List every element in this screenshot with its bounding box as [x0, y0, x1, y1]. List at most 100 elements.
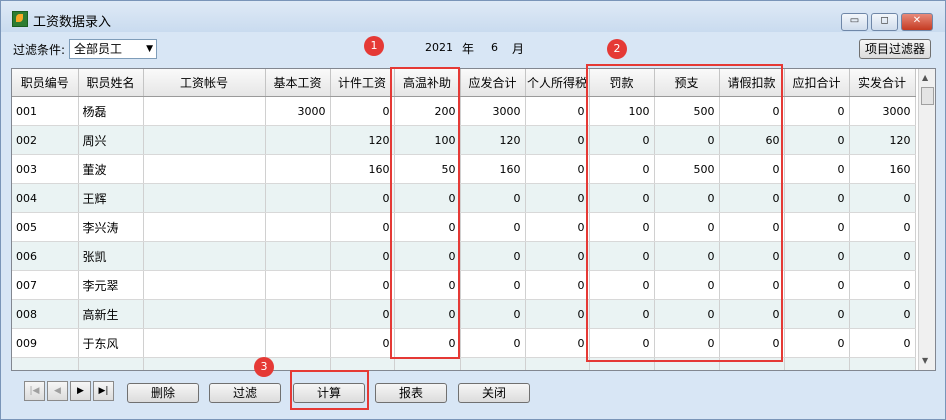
table-cell[interactable]	[78, 357, 144, 370]
table-cell[interactable]	[784, 357, 850, 370]
table-cell[interactable]	[265, 125, 331, 155]
table-cell[interactable]: 0	[525, 125, 590, 155]
table-cell[interactable]: 0	[525, 241, 590, 271]
employee-name-cell[interactable]: 于东风	[78, 328, 144, 358]
employee-code-cell[interactable]: 001	[12, 96, 79, 126]
table-cell[interactable]: 0	[460, 183, 526, 213]
employee-name-cell[interactable]: 高新生	[78, 299, 144, 329]
table-cell[interactable]: 0	[525, 270, 590, 300]
scroll-up-icon[interactable]: ▲	[922, 73, 928, 82]
col-header[interactable]: 计件工资	[330, 69, 395, 97]
table-cell[interactable]	[143, 241, 266, 271]
table-cell[interactable]: 0	[330, 212, 395, 242]
table-cell[interactable]: 3000	[265, 96, 331, 126]
table-cell[interactable]	[330, 357, 395, 370]
col-header[interactable]: 实发合计	[849, 69, 916, 97]
minimize-button[interactable]: ▭	[841, 13, 868, 31]
col-header[interactable]: 工资帐号	[143, 69, 266, 97]
table-cell[interactable]	[265, 328, 331, 358]
report-button[interactable]: 报表	[375, 383, 447, 403]
employee-code-cell[interactable]: 008	[12, 299, 79, 329]
first-record-button[interactable]: |◀	[24, 381, 45, 401]
scroll-down-icon[interactable]: ▼	[922, 356, 928, 365]
table-cell[interactable]: 0	[849, 183, 916, 213]
table-cell[interactable]	[460, 357, 526, 370]
employee-name-cell[interactable]: 张凯	[78, 241, 144, 271]
table-cell[interactable]	[143, 270, 266, 300]
table-cell[interactable]: 0	[330, 241, 395, 271]
table-cell[interactable]: 160	[330, 154, 395, 184]
close-button[interactable]: 关闭	[458, 383, 530, 403]
table-cell[interactable]: 0	[525, 212, 590, 242]
table-cell[interactable]	[143, 183, 266, 213]
table-cell[interactable]: 0	[525, 183, 590, 213]
item-filter-button[interactable]: 项目过滤器	[859, 39, 931, 59]
table-cell[interactable]: 0	[784, 270, 850, 300]
table-cell[interactable]	[143, 212, 266, 242]
table-cell[interactable]: 0	[784, 328, 850, 358]
vertical-scrollbar[interactable]: ▲ ▼	[918, 69, 935, 370]
col-header[interactable]: 应发合计	[460, 69, 526, 97]
employee-code-cell[interactable]: 009	[12, 328, 79, 358]
table-cell[interactable]: 120	[460, 125, 526, 155]
employee-name-cell[interactable]: 董波	[78, 154, 144, 184]
table-cell[interactable]: 0	[784, 96, 850, 126]
employee-name-cell[interactable]: 杨磊	[78, 96, 144, 126]
col-header[interactable]: 职员编号	[12, 69, 79, 97]
table-cell[interactable]: 0	[849, 212, 916, 242]
salary-grid[interactable]: 职员编号 职员姓名 工资帐号 基本工资 计件工资 高温补助 应发合计 个人所得税…	[11, 68, 936, 371]
table-cell[interactable]	[12, 357, 79, 370]
table-cell[interactable]: 0	[784, 125, 850, 155]
table-cell[interactable]: 0	[849, 299, 916, 329]
col-header[interactable]: 应扣合计	[784, 69, 850, 97]
table-cell[interactable]	[143, 154, 266, 184]
calculate-button[interactable]: 计算	[293, 383, 365, 403]
table-cell[interactable]	[143, 299, 266, 329]
employee-name-cell[interactable]: 李元翠	[78, 270, 144, 300]
employee-name-cell[interactable]: 王辉	[78, 183, 144, 213]
table-cell[interactable]: 0	[525, 299, 590, 329]
table-cell[interactable]	[265, 241, 331, 271]
employee-code-cell[interactable]: 005	[12, 212, 79, 242]
table-cell[interactable]: 3000	[849, 96, 916, 126]
table-cell[interactable]	[849, 357, 916, 370]
col-header[interactable]: 职员姓名	[78, 69, 144, 97]
table-cell[interactable]: 120	[849, 125, 916, 155]
last-record-button[interactable]: ▶|	[93, 381, 114, 401]
filter-select[interactable]: 全部员工 ▼	[69, 39, 157, 59]
table-cell[interactable]: 0	[849, 328, 916, 358]
table-cell[interactable]: 0	[330, 270, 395, 300]
table-cell[interactable]	[143, 96, 266, 126]
table-cell[interactable]: 0	[784, 299, 850, 329]
table-cell[interactable]: 0	[784, 241, 850, 271]
table-cell[interactable]	[143, 125, 266, 155]
table-cell[interactable]: 0	[330, 299, 395, 329]
table-cell[interactable]	[143, 328, 266, 358]
table-cell[interactable]: 160	[849, 154, 916, 184]
col-header[interactable]: 基本工资	[265, 69, 331, 97]
table-cell[interactable]	[394, 357, 461, 370]
table-cell[interactable]	[525, 357, 590, 370]
employee-code-cell[interactable]: 003	[12, 154, 79, 184]
table-cell[interactable]: 0	[849, 270, 916, 300]
scroll-thumb[interactable]	[921, 87, 934, 105]
employee-code-cell[interactable]: 006	[12, 241, 79, 271]
table-cell[interactable]: 0	[330, 328, 395, 358]
table-cell[interactable]	[265, 154, 331, 184]
table-cell[interactable]: 0	[849, 241, 916, 271]
table-cell[interactable]	[143, 357, 266, 370]
table-cell[interactable]	[265, 183, 331, 213]
delete-button[interactable]: 删除	[127, 383, 199, 403]
filter-button[interactable]: 过滤	[209, 383, 281, 403]
next-record-button[interactable]: ▶	[70, 381, 91, 401]
table-cell[interactable]: 0	[330, 183, 395, 213]
close-window-button[interactable]: ✕	[901, 13, 933, 31]
table-cell[interactable]	[265, 357, 331, 370]
employee-name-cell[interactable]: 周兴	[78, 125, 144, 155]
table-cell[interactable]: 0	[525, 328, 590, 358]
table-cell[interactable]: 160	[460, 154, 526, 184]
table-cell[interactable]	[265, 270, 331, 300]
employee-code-cell[interactable]: 002	[12, 125, 79, 155]
table-cell[interactable]: 0	[330, 96, 395, 126]
table-cell[interactable]: 3000	[460, 96, 526, 126]
